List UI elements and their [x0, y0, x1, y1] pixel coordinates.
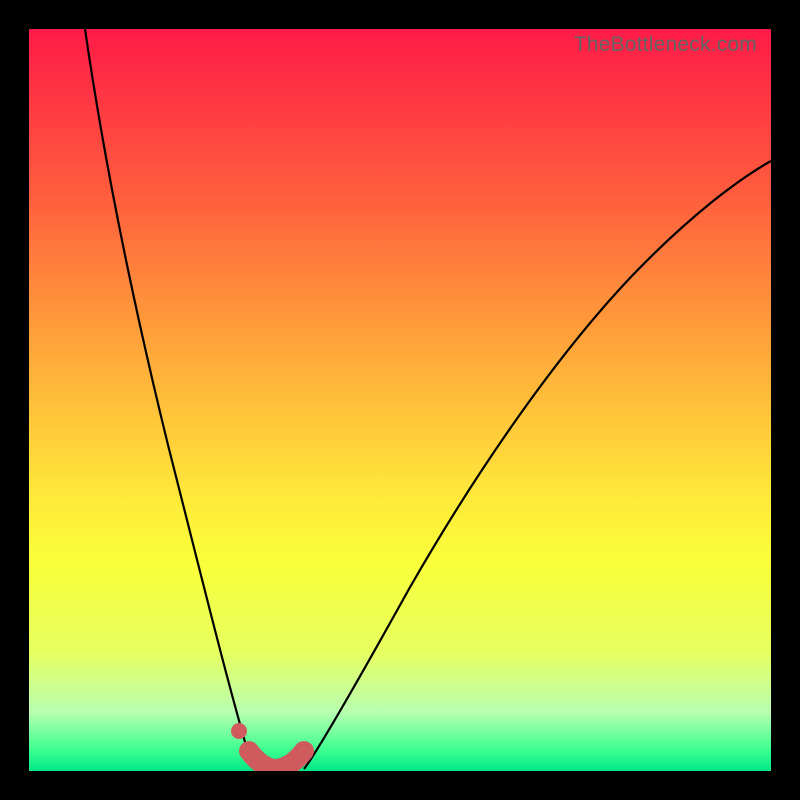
- plot-area: TheBottleneck.com: [29, 29, 771, 771]
- chart-frame: TheBottleneck.com: [0, 0, 800, 800]
- min-marker-dot: [231, 723, 247, 739]
- curve-left-branch: [85, 29, 259, 769]
- min-marker-segment: [249, 751, 304, 769]
- bottleneck-curve: [29, 29, 771, 771]
- curve-right-branch: [304, 161, 771, 769]
